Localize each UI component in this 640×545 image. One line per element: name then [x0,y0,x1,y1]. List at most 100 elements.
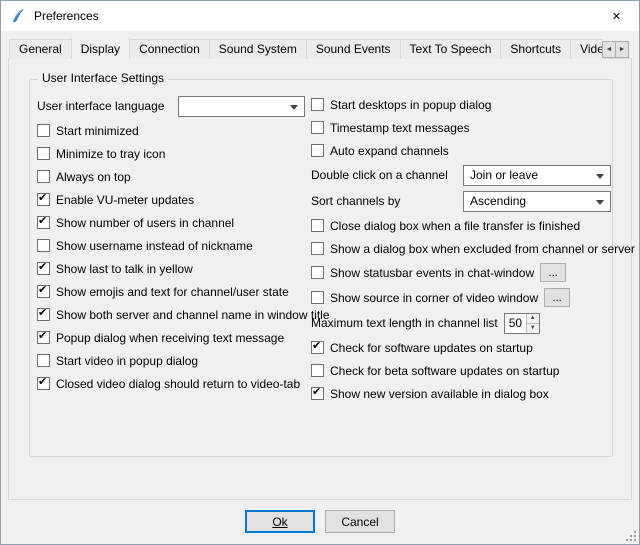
checkbox-box[interactable] [37,124,50,137]
checkbox-label: Popup dialog when receiving text message [56,331,284,345]
checkbox-box[interactable] [37,354,50,367]
checkbox-minimize-to-tray[interactable]: Minimize to tray icon [37,142,305,165]
max-text-length-row: Maximum text length in channel list 50 ▲… [311,310,611,336]
tab-general[interactable]: General [9,39,72,59]
tab-display[interactable]: Display [71,38,130,59]
checkbox-label: Minimize to tray icon [56,147,165,161]
double-click-label: Double click on a channel [311,168,448,182]
checkbox-box[interactable] [311,121,324,134]
chevron-down-icon [290,105,298,110]
checkbox-box[interactable] [37,170,50,183]
checkbox-last-to-talk-yellow[interactable]: Show last to talk in yellow [37,257,305,280]
statusbar-events-more-button[interactable]: ... [540,263,566,282]
group-title: User Interface Settings [38,71,168,85]
resize-grip-icon[interactable] [624,529,636,541]
max-text-length-spinner[interactable]: 50 ▲ ▼ [504,313,540,334]
checkbox-check-beta-updates[interactable]: Check for beta software updates on start… [311,359,611,382]
cancel-button[interactable]: Cancel [325,510,395,533]
close-button[interactable]: ✕ [594,1,639,31]
checkbox-box[interactable] [37,377,50,390]
checkbox-closed-video-return[interactable]: Closed video dialog should return to vid… [37,372,305,395]
checkbox-box[interactable] [311,98,324,111]
checkbox-label: Closed video dialog should return to vid… [56,377,300,391]
checkbox-box[interactable] [311,266,324,279]
checkbox-label: Show emojis and text for channel/user st… [56,285,289,299]
tab-sound-system[interactable]: Sound System [209,39,307,59]
checkbox-check-updates[interactable]: Check for software updates on startup [311,336,611,359]
spin-up-icon[interactable]: ▲ [527,314,539,324]
double-click-row: Double click on a channel Join or leave [311,162,611,188]
checkbox-show-user-count[interactable]: Show number of users in channel [37,211,305,234]
chevron-down-icon [596,174,604,179]
checkbox-box[interactable] [311,144,324,157]
tab-scroll-right-icon[interactable]: ► [615,41,629,58]
sort-channels-combobox[interactable]: Ascending [463,191,611,212]
statusbar-events-row: Show statusbar events in chat-window ... [311,260,611,285]
checkbox-start-minimized[interactable]: Start minimized [37,119,305,142]
checkbox-box[interactable] [311,364,324,377]
checkbox-close-on-transfer-finished[interactable]: Close dialog box when a file transfer is… [311,214,611,237]
checkbox-label: Always on top [56,170,131,184]
spinner-arrows[interactable]: ▲ ▼ [526,314,539,333]
language-label: User interface language [37,99,164,113]
checkbox-always-on-top[interactable]: Always on top [37,165,305,188]
checkbox-label: Show number of users in channel [56,216,234,230]
title-bar[interactable]: Preferences ✕ [1,1,639,31]
checkbox-box[interactable] [37,193,50,206]
checkbox-box[interactable] [311,219,324,232]
sort-channels-value: Ascending [470,194,526,208]
checkbox-label: Show both server and channel name in win… [56,308,330,322]
checkbox-box[interactable] [37,216,50,229]
checkbox-desktops-popup[interactable]: Start desktops in popup dialog [311,93,611,116]
checkbox-label: Check for beta software updates on start… [330,364,559,378]
checkbox-box[interactable] [37,262,50,275]
checkbox-box[interactable] [37,331,50,344]
video-source-row: Show source in corner of video window ..… [311,285,611,310]
checkbox-emojis-text-state[interactable]: Show emojis and text for channel/user st… [37,280,305,303]
checkbox-vu-meter[interactable]: Enable VU-meter updates [37,188,305,211]
checkbox-label: Close dialog box when a file transfer is… [330,219,580,233]
tab-sound-events[interactable]: Sound Events [306,39,401,59]
window-title: Preferences [34,9,99,23]
checkbox-label: Auto expand channels [330,144,449,158]
checkbox-label: Show username instead of nickname [56,239,253,253]
checkbox-username-instead-nickname[interactable]: Show username instead of nickname [37,234,305,257]
checkbox-box[interactable] [311,387,324,400]
tab-shortcuts[interactable]: Shortcuts [500,39,571,59]
checkbox-timestamp-messages[interactable]: Timestamp text messages [311,116,611,139]
button-row: Ok Cancel [1,510,639,534]
ok-button[interactable]: Ok [245,510,315,533]
tab-connection[interactable]: Connection [129,39,210,59]
checkbox-video-popup[interactable]: Start video in popup dialog [37,349,305,372]
checkbox-popup-on-text-message[interactable]: Popup dialog when receiving text message [37,326,305,349]
checkbox-box[interactable] [37,308,50,321]
app-feather-icon [10,8,26,24]
sort-channels-row: Sort channels by Ascending [311,188,611,214]
tab-scroll-left-icon[interactable]: ◄ [602,41,616,58]
checkbox-auto-expand-channels[interactable]: Auto expand channels [311,139,611,162]
checkbox-label: Check for software updates on startup [330,341,533,355]
checkbox-label: Show last to talk in yellow [56,262,193,276]
checkbox-box[interactable] [311,242,324,255]
double-click-combobox[interactable]: Join or leave [463,165,611,186]
checkbox-box[interactable] [37,239,50,252]
max-text-length-value: 50 [505,314,526,333]
spin-down-icon[interactable]: ▼ [527,324,539,333]
checkbox-box[interactable] [311,291,324,304]
checkbox-box[interactable] [37,285,50,298]
tab-text-to-speech[interactable]: Text To Speech [400,39,502,59]
checkbox-label: Show statusbar events in chat-window [330,266,534,280]
checkbox-server-channel-in-title[interactable]: Show both server and channel name in win… [37,303,305,326]
checkbox-label: Show a dialog box when excluded from cha… [330,242,635,256]
preferences-dialog: Preferences ✕ General Display Connection… [0,0,640,545]
checkbox-box[interactable] [37,147,50,160]
checkbox-box[interactable] [311,341,324,354]
video-source-more-button[interactable]: ... [544,288,570,307]
ok-button-label: Ok [272,515,287,529]
tab-video[interactable]: Video [570,39,603,59]
checkbox-show-new-version-dialog[interactable]: Show new version available in dialog box [311,382,611,405]
language-combobox[interactable] [178,96,305,117]
checkbox-label: Start video in popup dialog [56,354,198,368]
checkbox-dialog-when-excluded[interactable]: Show a dialog box when excluded from cha… [311,237,611,260]
right-column: Start desktops in popup dialog Timestamp… [311,93,611,405]
